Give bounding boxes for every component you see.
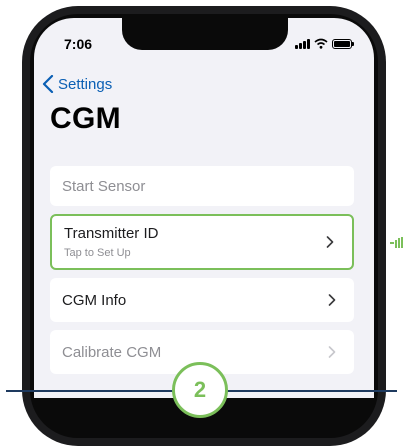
back-label: Settings <box>58 75 113 93</box>
item-label: Transmitter ID <box>64 225 159 242</box>
chevron-right-icon <box>328 346 336 358</box>
start-sensor-item[interactable]: Start Sensor <box>50 166 354 206</box>
cgm-info-item[interactable]: CGM Info <box>50 278 354 322</box>
phone-screen: 7:06 Settings CGM Start Sensor Transmitt… <box>34 18 374 398</box>
chevron-right-icon <box>328 294 336 306</box>
back-button[interactable]: Settings <box>42 75 112 93</box>
notch <box>122 18 288 50</box>
cellular-signal-icon <box>295 38 310 49</box>
item-subtitle: Tap to Set Up <box>64 247 131 259</box>
page-title: CGM <box>50 102 121 135</box>
step-number-badge: 2 <box>172 362 228 418</box>
chevron-right-icon <box>326 236 334 248</box>
battery-icon <box>332 38 354 49</box>
status-time: 7:06 <box>64 36 93 52</box>
transmitter-id-item[interactable]: Transmitter ID Tap to Set Up <box>50 214 354 270</box>
transmitter-signal-icon <box>390 237 403 248</box>
item-label: Start Sensor <box>62 177 146 195</box>
item-label: CGM Info <box>62 291 127 309</box>
status-icons <box>295 38 354 49</box>
item-label: Calibrate CGM <box>62 343 162 361</box>
chevron-left-icon <box>42 75 54 93</box>
wifi-icon <box>314 38 328 49</box>
